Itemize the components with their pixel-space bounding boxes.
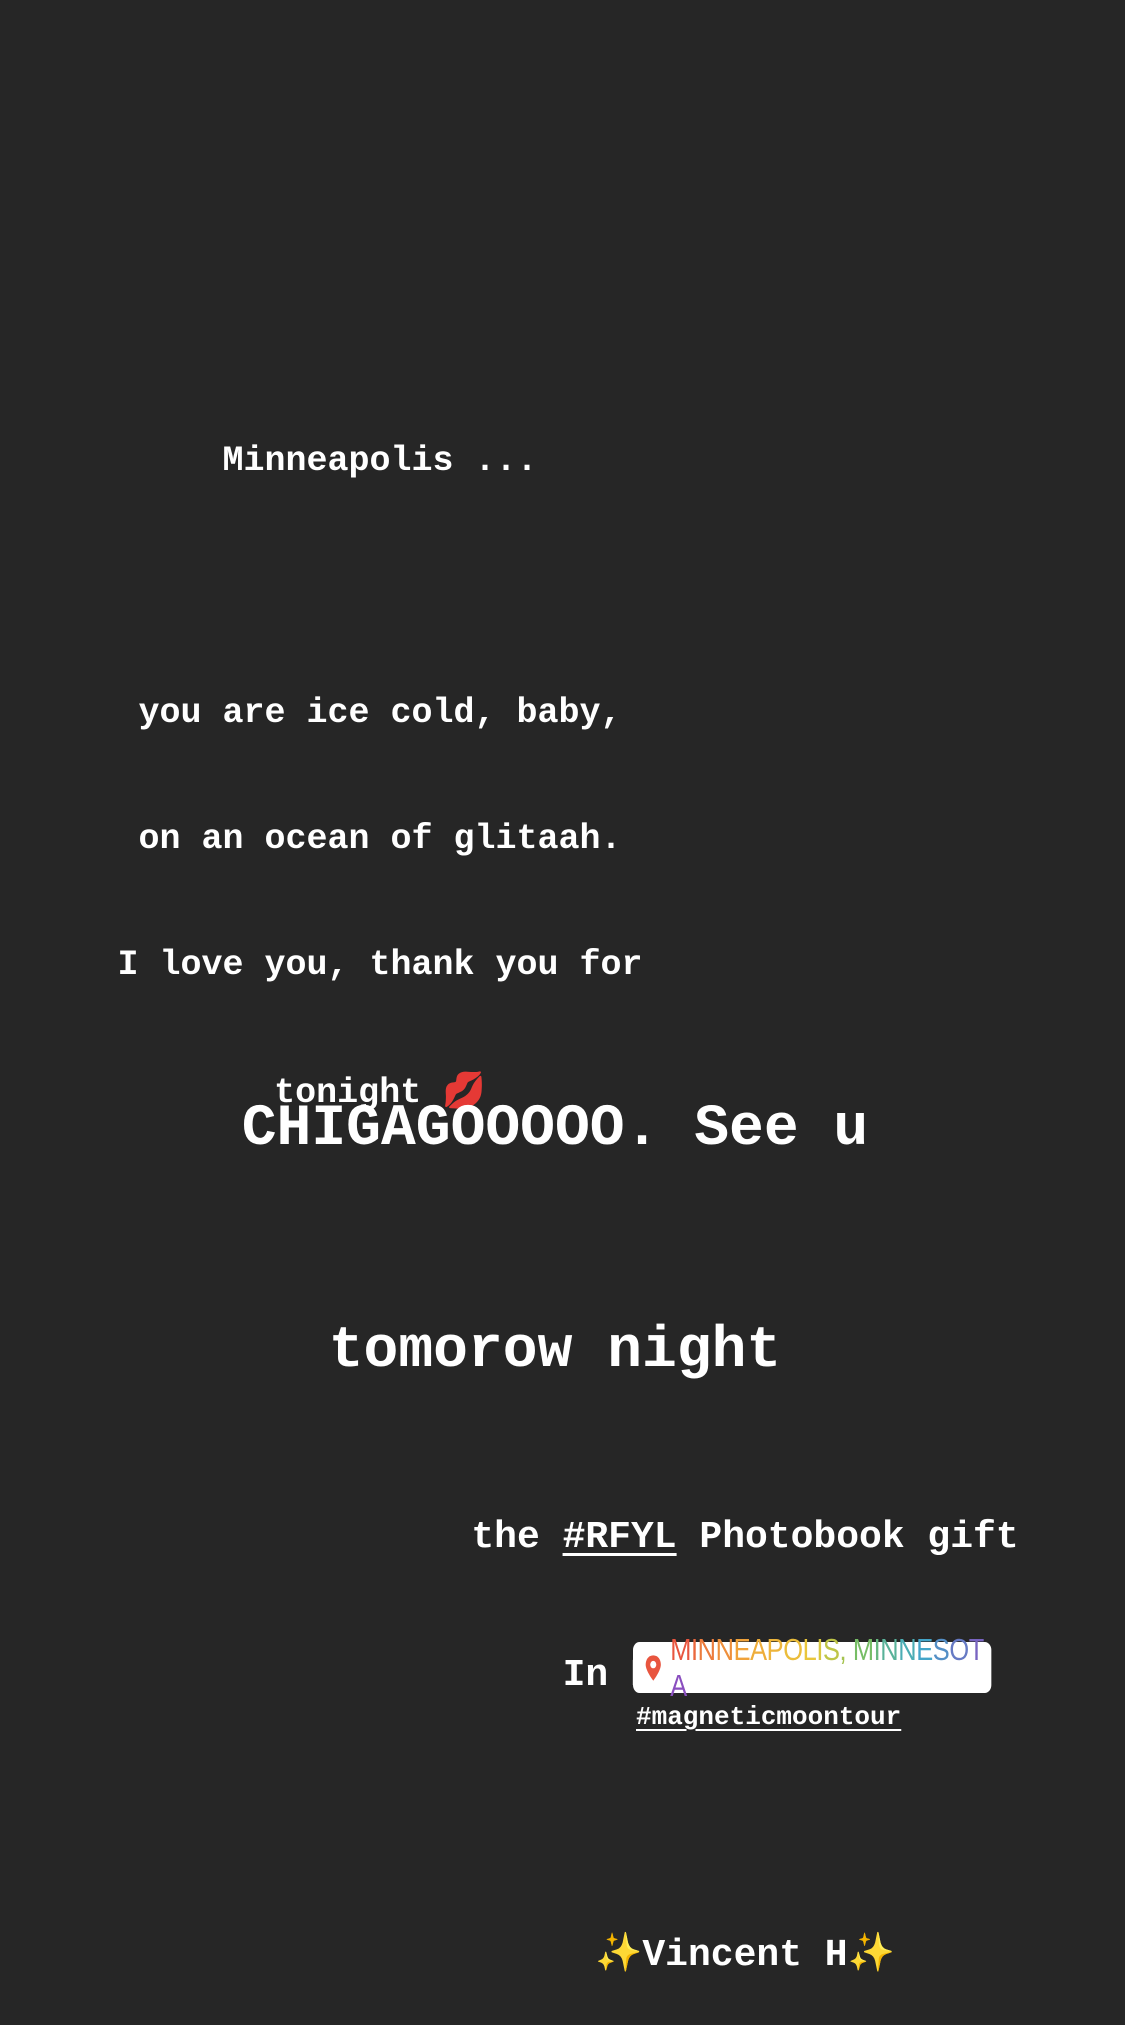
location-label-char: L (802, 1631, 817, 1667)
location-label: MINNEAPOLIS, MINNESOTA (670, 1632, 991, 1704)
location-label-char: N (715, 1631, 734, 1667)
location-label-char: N (880, 1631, 899, 1667)
gift-prefix: the (471, 1516, 563, 1559)
sparkles-icon: ✨ (595, 1930, 643, 1974)
minneapolis-line-1: Minneapolis ... (222, 441, 538, 481)
location-label-char: A (750, 1631, 767, 1667)
location-label-char: M (852, 1631, 874, 1667)
location-label-char: N (697, 1631, 716, 1667)
location-label-char: T (968, 1631, 985, 1667)
gift-line-1: the #RFYL Photobook gift (440, 1515, 1050, 1561)
location-label-char: E (733, 1631, 751, 1667)
location-label-char: N (898, 1631, 917, 1667)
location-sticker[interactable]: MINNEAPOLIS, MINNESOTA (633, 1632, 992, 1703)
location-label-char: M (670, 1631, 692, 1667)
minneapolis-line-3: on an ocean of glitaah. (138, 819, 622, 859)
location-label-char: I (691, 1631, 698, 1667)
gift-suffix: Photobook gift (676, 1516, 1019, 1559)
location-label-char: O (949, 1631, 969, 1667)
winner-line: ✨Vincent H✨ (440, 1929, 1050, 1979)
magneticmoontour-hashtag-sticker[interactable]: #magneticmoontour (636, 1702, 901, 1732)
location-label-char (846, 1632, 853, 1668)
location-label-char: S (932, 1631, 950, 1667)
chicago-line-1: CHIGAGOOOOO. See u (241, 1097, 869, 1162)
location-label-char: E (916, 1631, 933, 1667)
location-label-char: S (822, 1631, 840, 1667)
chicago-message: CHIGAGOOOOO. See u tomorow night (0, 945, 1110, 1463)
location-label-char: , (839, 1631, 847, 1667)
chicago-line-2: tomorow night (328, 1319, 782, 1384)
sparkles-icon: ✨ (847, 1930, 895, 1974)
location-label-char: A (670, 1667, 687, 1703)
rfyl-hashtag-link[interactable]: #RFYL (563, 1516, 677, 1559)
location-label-char: I (816, 1631, 823, 1667)
winner-name: Vincent H (642, 1934, 848, 1977)
location-label-char: O (783, 1631, 803, 1667)
location-label-char: I (873, 1631, 881, 1667)
location-pin-icon (645, 1654, 661, 1681)
location-label-char: P (766, 1631, 784, 1667)
minneapolis-line-2: you are ice cold, baby, (138, 693, 622, 733)
